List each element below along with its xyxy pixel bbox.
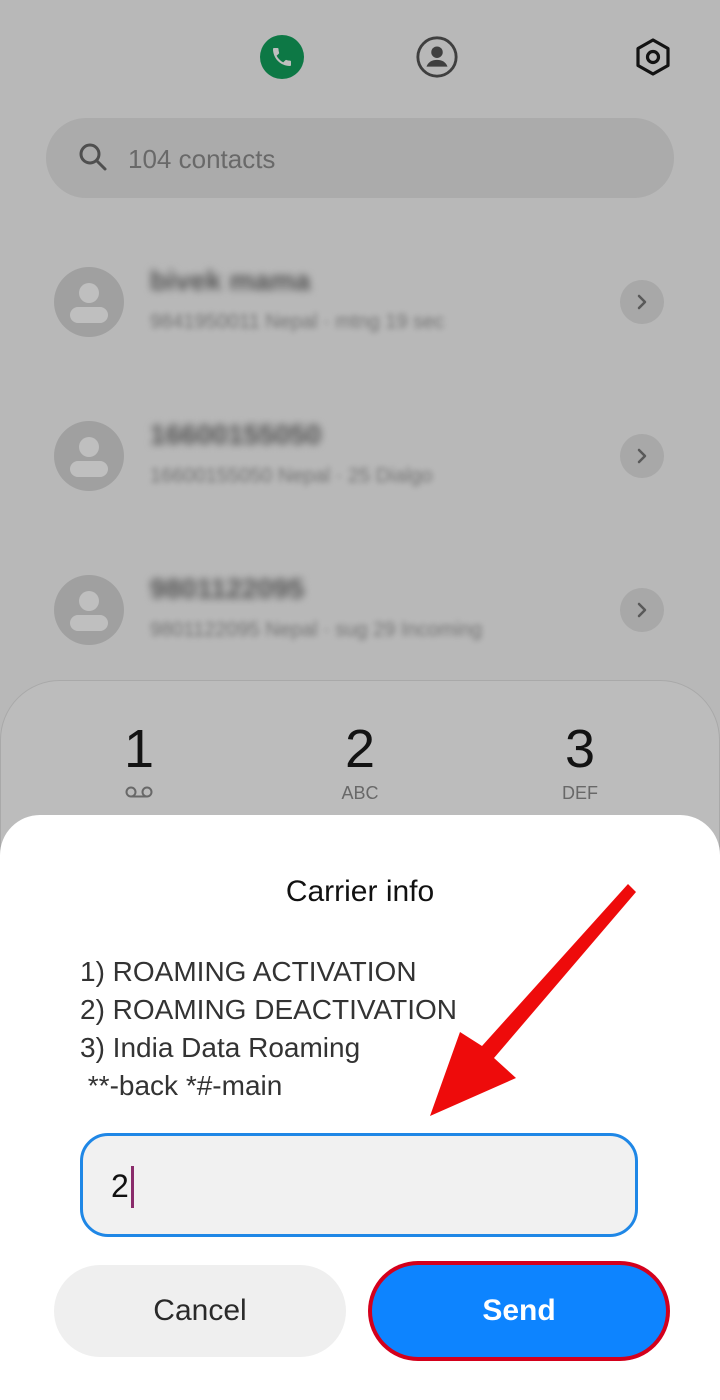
send-button[interactable]: Send bbox=[372, 1265, 666, 1357]
message-line: 2) ROAMING DEACTIVATION bbox=[80, 994, 457, 1025]
red-arrow-annotation bbox=[430, 884, 636, 1116]
reply-input-value: 2 bbox=[111, 1168, 129, 1204]
cancel-button[interactable]: Cancel bbox=[54, 1265, 346, 1357]
message-line: **-back *#-main bbox=[80, 1070, 283, 1101]
reply-input[interactable]: 2 bbox=[80, 1133, 638, 1237]
text-caret bbox=[131, 1166, 134, 1208]
message-line: 3) India Data Roaming bbox=[80, 1032, 361, 1063]
dialog-message: 1) ROAMING ACTIVATION 2) ROAMING DEACTIV… bbox=[80, 953, 457, 1105]
message-line: 1) ROAMING ACTIVATION bbox=[80, 956, 417, 987]
